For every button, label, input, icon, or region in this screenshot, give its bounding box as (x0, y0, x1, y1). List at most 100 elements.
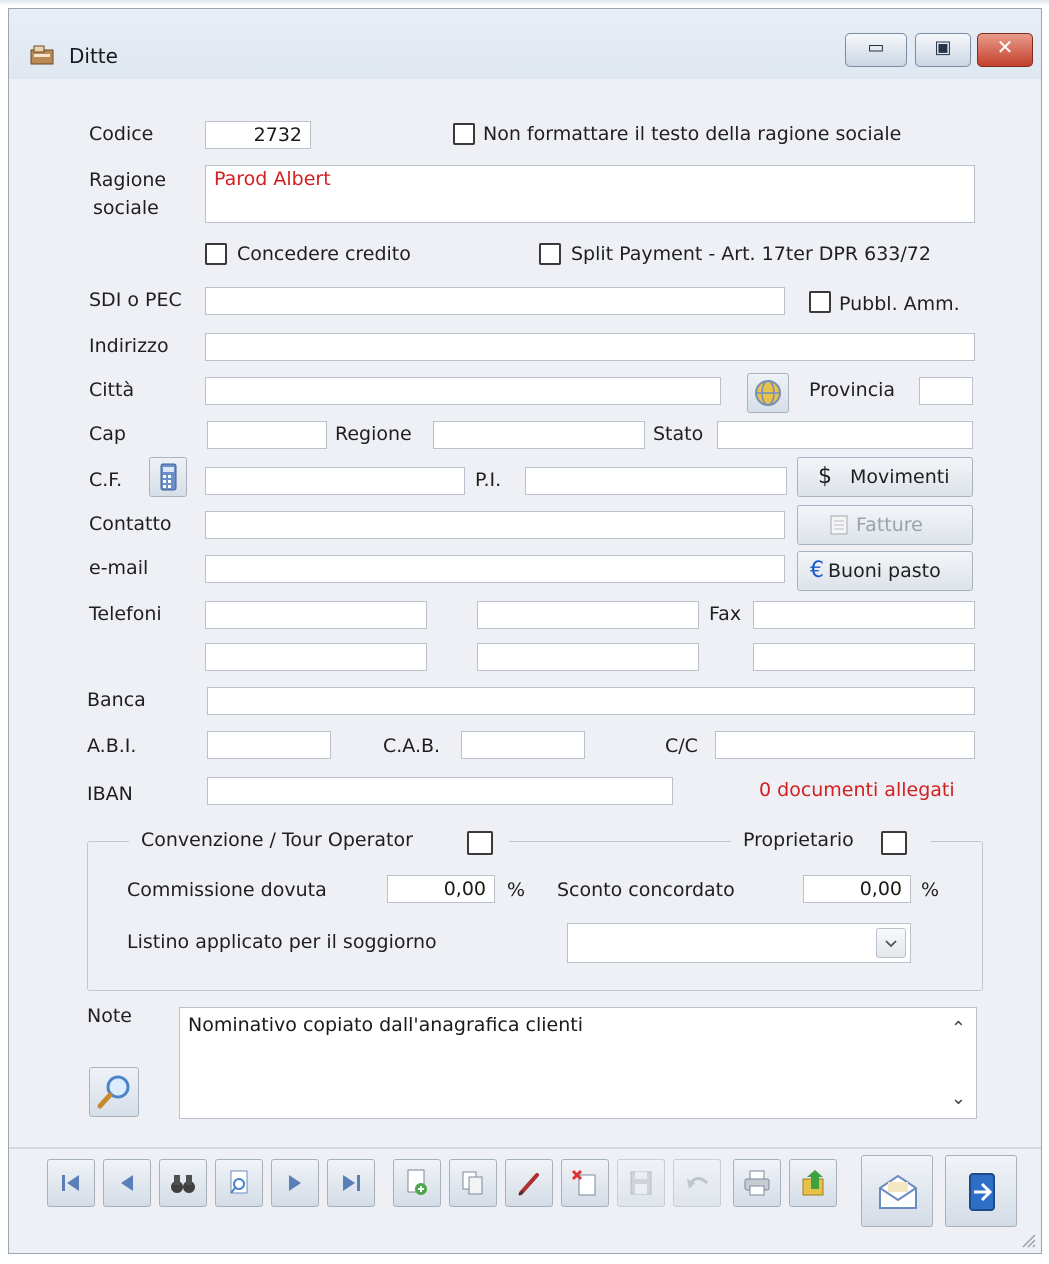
contatto-field[interactable] (205, 511, 785, 539)
preview-button[interactable] (215, 1159, 263, 1207)
euro-icon: € (810, 558, 824, 583)
next-icon (289, 1175, 301, 1191)
close-button[interactable]: ✕ (977, 33, 1033, 67)
minimize-button[interactable]: ▭ (845, 33, 907, 67)
envelope-icon (879, 1174, 917, 1209)
split-payment-checkbox[interactable] (539, 243, 561, 265)
zoom-note-button[interactable] (89, 1067, 139, 1117)
chevron-down-icon[interactable] (876, 928, 906, 958)
codice-field[interactable]: 2732 (205, 121, 311, 149)
document-search-icon (230, 1170, 248, 1194)
save-button[interactable] (617, 1159, 665, 1207)
banca-field[interactable] (207, 687, 975, 715)
cap-field[interactable] (207, 421, 327, 449)
globe-button[interactable] (747, 373, 789, 413)
movimenti-button[interactable]: $ Movimenti (797, 457, 973, 497)
sconto-field[interactable]: 0,00 (803, 875, 911, 903)
pi-field[interactable] (525, 467, 787, 495)
fax-2-field[interactable] (753, 643, 975, 671)
exit-button[interactable] (945, 1155, 1017, 1227)
cf-field[interactable] (205, 467, 465, 495)
copy-button[interactable] (449, 1159, 497, 1207)
commissione-field[interactable]: 0,00 (387, 875, 495, 903)
contatto-label: Contatto (89, 513, 172, 535)
pubbl-amm-label: Pubbl. Amm. (839, 293, 960, 315)
copy-icon (462, 1171, 483, 1195)
email-send-button[interactable] (861, 1155, 933, 1227)
iban-field[interactable] (207, 777, 673, 805)
exit-door-icon (969, 1173, 995, 1211)
scroll-down-icon[interactable]: ⌄ (951, 1088, 966, 1109)
buoni-pasto-button[interactable]: € Buoni pasto (797, 551, 973, 591)
ragione-sociale-field[interactable]: Parod Albert (205, 165, 975, 223)
scroll-up-icon[interactable]: ⌃ (951, 1018, 966, 1039)
next-record-button[interactable] (271, 1159, 319, 1207)
email-field[interactable] (205, 555, 785, 583)
new-record-button[interactable] (393, 1159, 441, 1207)
search-button[interactable] (159, 1159, 207, 1207)
globe-icon (755, 380, 781, 406)
concedere-credito-label: Concedere credito (237, 243, 411, 265)
telefono-1-field[interactable] (205, 601, 427, 629)
telefono-2-field[interactable] (477, 601, 699, 629)
commissione-label: Commissione dovuta (127, 879, 327, 901)
undo-icon (687, 1177, 709, 1189)
print-button[interactable] (733, 1159, 781, 1207)
abi-field[interactable] (207, 731, 331, 759)
provincia-field[interactable] (919, 377, 973, 405)
export-button[interactable] (789, 1159, 837, 1207)
indirizzo-field[interactable] (205, 333, 975, 361)
listino-label: Listino applicato per il soggiorno (127, 931, 437, 953)
stato-field[interactable] (717, 421, 973, 449)
cap-label: Cap (89, 423, 126, 445)
note-text: Nominativo copiato dall'anagrafica clien… (188, 1014, 584, 1036)
proprietario-checkbox[interactable] (881, 831, 907, 855)
convenzione-checkbox[interactable] (467, 831, 493, 855)
minimize-icon: ▭ (867, 37, 885, 58)
pubbl-amm-checkbox[interactable] (809, 291, 831, 313)
ragione-label-1: Ragione (89, 169, 167, 191)
telefono-4-field[interactable] (477, 643, 699, 671)
last-record-button[interactable] (327, 1159, 375, 1207)
concedere-credito-checkbox[interactable] (205, 243, 227, 265)
telefoni-label: Telefoni (89, 603, 162, 625)
non-formattare-checkbox[interactable] (453, 123, 475, 145)
top-edge (0, 0, 1049, 6)
export-icon (802, 1170, 824, 1196)
documenti-allegati-link[interactable]: 0 documenti allegati (759, 779, 955, 801)
sdi-pec-field[interactable] (205, 287, 785, 315)
indirizzo-label: Indirizzo (89, 335, 169, 357)
movimenti-label: Movimenti (850, 466, 950, 488)
cab-field[interactable] (461, 731, 585, 759)
resize-grip-icon[interactable] (1017, 1229, 1037, 1249)
fatture-label: Fatture (856, 514, 923, 536)
convenzione-label: Convenzione / Tour Operator (141, 829, 413, 851)
cc-label: C/C (665, 735, 698, 757)
first-record-button[interactable] (47, 1159, 95, 1207)
previous-record-button[interactable] (103, 1159, 151, 1207)
calc-cf-button[interactable] (149, 457, 187, 497)
delete-button[interactable] (561, 1159, 609, 1207)
undo-button[interactable] (673, 1159, 721, 1207)
sconto-percent: % (921, 879, 940, 901)
commissione-percent: % (507, 879, 526, 901)
new-document-icon (407, 1169, 427, 1195)
pi-label: P.I. (475, 469, 502, 491)
codice-label: Codice (89, 123, 154, 145)
listino-select[interactable] (567, 923, 911, 963)
binoculars-icon (171, 1175, 195, 1193)
note-textarea[interactable]: Nominativo copiato dall'anagrafica clien… (179, 1007, 977, 1119)
maximize-button[interactable]: ▣ (915, 33, 971, 67)
edit-button[interactable] (505, 1159, 553, 1207)
pencil-icon (518, 1173, 539, 1196)
telefono-3-field[interactable] (205, 643, 427, 671)
delete-icon (571, 1169, 596, 1196)
regione-field[interactable] (433, 421, 645, 449)
iban-label: IBAN (87, 783, 133, 805)
fatture-button[interactable]: Fatture (797, 505, 973, 545)
cc-field[interactable] (715, 731, 975, 759)
fax-field[interactable] (753, 601, 975, 629)
last-icon (343, 1175, 360, 1191)
citta-field[interactable] (205, 377, 721, 405)
fax-label: Fax (709, 603, 742, 625)
